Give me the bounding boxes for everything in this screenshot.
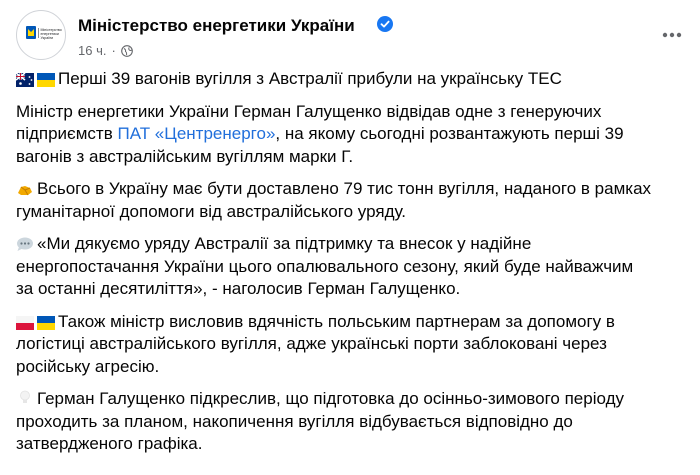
- avatar[interactable]: Міністерство енергетики України: [16, 10, 66, 60]
- light-bulb-icon: [20, 390, 30, 403]
- ministry-logo-icon: Міністерство енергетики України: [26, 26, 62, 40]
- coal-icon: [18, 186, 32, 196]
- ukraine-flag-icon: [37, 73, 55, 87]
- paragraph-poland-line3: російську агресію.: [16, 356, 160, 376]
- globe-icon: [120, 44, 133, 57]
- paragraph-preparation: Герман Галущенко підкреслив, що підготов…: [16, 388, 686, 456]
- facebook-post: Міністерство енергетики України Міністер…: [0, 0, 700, 475]
- page-name-link[interactable]: Міністерство енергетики України: [78, 16, 355, 36]
- paragraph-volume-line1: Всього в Україну має бути доставлено 79 …: [37, 179, 652, 198]
- australia-flag-icon: [16, 73, 34, 87]
- paragraph-quote-line2: енергопостачання України цього опалюваль…: [16, 256, 634, 276]
- poland-flag-icon: [16, 315, 34, 330]
- headline-text: Перші 39 вагонів вугілля з Австралії при…: [58, 69, 562, 88]
- paragraph-volume: Всього в Україну має бути доставлено 79 …: [16, 178, 686, 223]
- post-header: Міністерство енергетики України Міністер…: [16, 10, 684, 64]
- speech-bubble-icon: [17, 237, 33, 251]
- paragraph-visit: Міністр енергетики України Герман Галуще…: [16, 101, 686, 169]
- paragraph-visit-line2-start: підприємств: [16, 124, 118, 143]
- paragraph-headline: Перші 39 вагонів вугілля з Австралії при…: [16, 68, 686, 91]
- ukraine-flag-icon: [37, 315, 55, 330]
- paragraph-volume-line2: гуманітарної допомоги від австралійськог…: [16, 201, 407, 221]
- paragraph-quote: «Ми дякуємо уряду Австралії за підтримку…: [16, 233, 686, 301]
- centrenergo-link[interactable]: ПАТ «Центренерго»: [117, 124, 275, 143]
- post-timestamp[interactable]: 16 ч.: [78, 43, 106, 58]
- more-options-icon[interactable]: [660, 30, 684, 40]
- paragraph-visit-line2-end: , на якому сьогодні розвантажують перші …: [275, 124, 624, 143]
- post-body: Перші 39 вагонів вугілля з Австралії при…: [16, 68, 686, 466]
- paragraph-poland-line2: логістиці австралійського вугілля, адже …: [16, 334, 607, 353]
- post-meta: 16 ч. ·: [78, 43, 133, 58]
- meta-separator: ·: [111, 43, 116, 58]
- paragraph-poland: Також міністр висловив вдячність польськ…: [16, 311, 686, 379]
- paragraph-preparation-line3: затвердженого графіка.: [16, 434, 203, 453]
- paragraph-preparation-line2: проходить за планом, накопичення вугілля…: [16, 411, 573, 431]
- verified-badge-icon: [377, 16, 393, 32]
- paragraph-visit-line1: Міністр енергетики України Герман Галуще…: [16, 101, 602, 121]
- paragraph-preparation-line1: Герман Галущенко підкреслив, що підготов…: [37, 389, 624, 408]
- logo-text-line3: України: [41, 36, 54, 40]
- paragraph-quote-line1: «Ми дякуємо уряду Австралії за підтримку…: [37, 234, 532, 253]
- paragraph-poland-line1: Також міністр висловив вдячність польськ…: [58, 311, 615, 331]
- paragraph-visit-line3: вагонів з австралійським вугіллям марки …: [16, 146, 354, 166]
- paragraph-quote-line3: за останні десятиліття», - наголосив Гер…: [16, 279, 461, 298]
